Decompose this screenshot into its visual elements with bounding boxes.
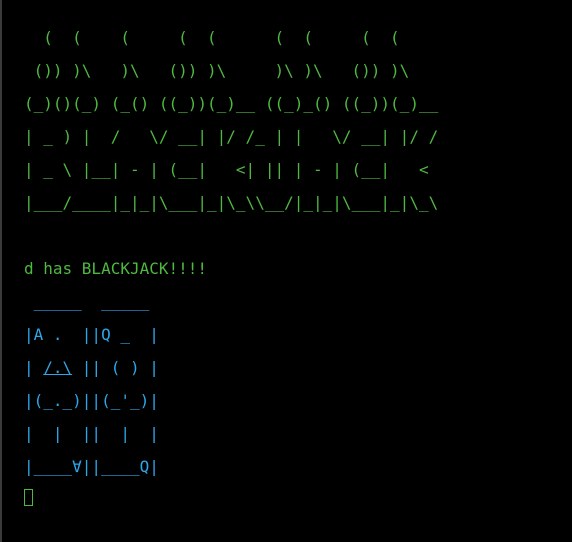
banner-line-6: |___/____|_|_|\___|_|\_\\__/|_|_|\___|_|… bbox=[24, 193, 439, 212]
terminal-window[interactable]: ( ( ( ( ( ( ( ( ( ()) )\ )\ ()) )\ )\ )\… bbox=[0, 0, 572, 542]
banner-line-2: ()) )\ )\ ()) )\ )\ )\ ()) )\ bbox=[24, 61, 410, 80]
result-message: d has BLACKJACK!!!! bbox=[24, 259, 208, 278]
cards-row-6: |____∀||____Q| bbox=[24, 457, 159, 476]
cards-row-2: |A . ||Q _ | bbox=[24, 325, 159, 344]
banner-line-3: (_)()(_) (_() ((_))(_)__ ((_)_() ((_))(_… bbox=[24, 94, 439, 113]
cards-row-3: | /.\ || ( ) | bbox=[24, 358, 159, 378]
cards-row-3-left: | bbox=[24, 358, 44, 377]
spade-pip: /.\ bbox=[43, 358, 73, 377]
cards-row-1: _____ _____ bbox=[24, 292, 150, 311]
banner-line-5: | _ \ |__| - | (__| <| || | - | (__| < bbox=[24, 160, 429, 179]
banner-line-1: ( ( ( ( ( ( ( ( ( bbox=[24, 28, 400, 47]
cards-row-3-right: || ( ) | bbox=[72, 358, 159, 377]
banner-line-4: | _ ) | / \/ __| |/ /_ | | \/ __| |/ / bbox=[24, 127, 439, 146]
prompt-cursor-icon[interactable] bbox=[24, 489, 33, 506]
cards-row-5: | | || | | bbox=[24, 424, 159, 443]
cards-row-4: |(_._)||(_'_)| bbox=[24, 391, 159, 410]
